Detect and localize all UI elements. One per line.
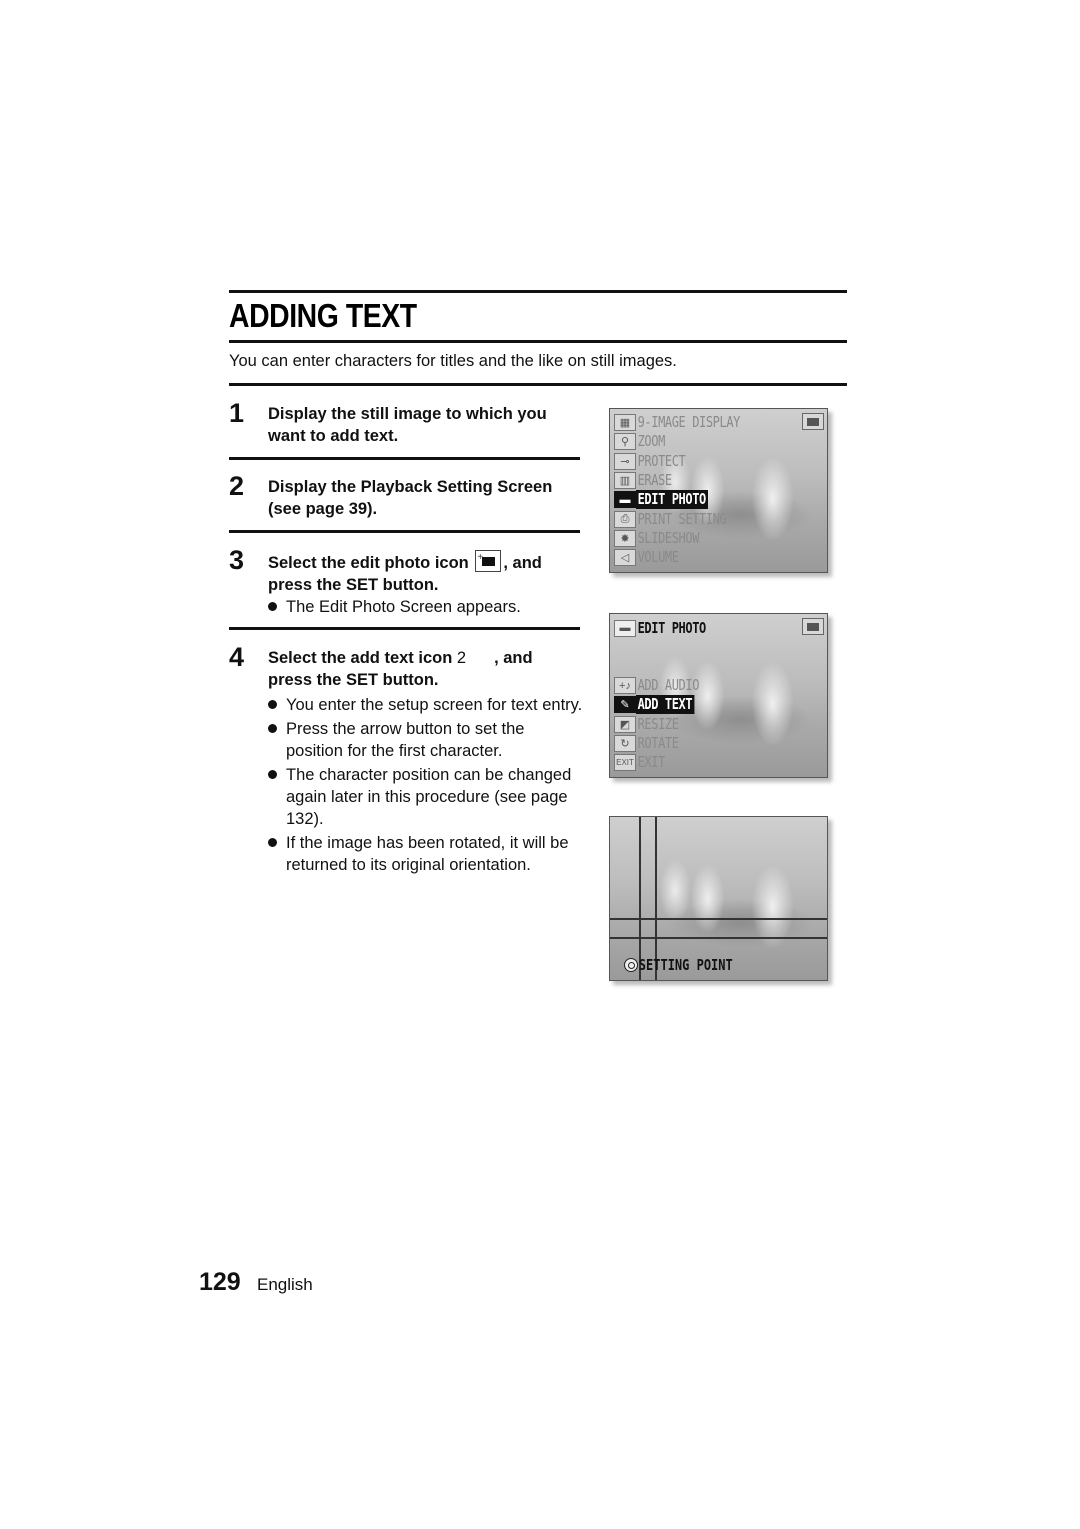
add-text-icon-placeholder: 2 (456, 649, 467, 667)
magnifier-icon: ⚲ (614, 433, 636, 451)
bullet-dot-icon (268, 602, 277, 611)
bullet-item: The Edit Photo Screen appears. (268, 596, 583, 618)
bullet-item: You enter the setup screen for text entr… (268, 694, 583, 716)
page-language: English (257, 1275, 313, 1294)
page-title: ADDING TEXT (229, 297, 417, 334)
edit-photo-icon: ▬ (614, 491, 636, 509)
menu-item-add-audio[interactable]: +♪ ADD AUDIO (614, 676, 715, 695)
setting-point-hint: SETTING POINT (624, 956, 756, 974)
exit-icon: EXIT (614, 754, 636, 772)
menu-item-label: PRINT SETTING (637, 509, 727, 528)
step-3: 3 Select the edit photo icon , and press… (229, 547, 581, 597)
menu-item-label: ERASE (637, 470, 673, 489)
step-number: 4 (229, 642, 245, 672)
guide-line-horizontal (610, 918, 827, 920)
nine-grid-icon: ▦ (614, 414, 636, 431)
step-divider (229, 530, 580, 533)
menu-item-label: PROTECT (637, 451, 686, 470)
step-divider (229, 627, 580, 630)
step-2: 2 Display the Playback Setting Screen (s… (229, 473, 581, 523)
key-icon: ⊸ (614, 452, 636, 470)
intro-rule (229, 383, 847, 386)
step-4-bullets: You enter the setup screen for text entr… (268, 694, 583, 878)
guide-line-horizontal (610, 937, 827, 939)
menu-item-erase[interactable]: ▥ ERASE (614, 471, 681, 490)
step-1: 1 Display the still image to which you w… (229, 400, 581, 450)
pencil-icon: ✎ (614, 696, 636, 714)
step-instruction: Display the Playback Setting Screen (see… (268, 478, 553, 518)
menu-item-exit[interactable]: EXIT EXIT (614, 753, 672, 772)
add-audio-icon: +♪ (614, 677, 636, 694)
memory-card-icon (802, 618, 824, 635)
menu-item-edit-photo[interactable]: ▬ EDIT PHOTO (614, 490, 726, 510)
resize-icon: ◩ (614, 715, 636, 733)
menu-item-slideshow[interactable]: ✸ SLIDESHOW (614, 529, 715, 548)
menu-item-add-text[interactable]: ✎ ADD TEXT (614, 695, 709, 715)
step-divider (229, 457, 580, 460)
menu-item-label: ADD AUDIO (637, 676, 700, 694)
setting-point-screen: SETTING POINT (609, 816, 828, 981)
step-3-bullets: The Edit Photo Screen appears. (268, 596, 583, 620)
step-4: 4 Select the add text icon 2, and press … (229, 644, 581, 694)
step-text-before: Select the add text icon (268, 649, 453, 667)
menu-item-print-setting[interactable]: ⎙ PRINT SETTING (614, 510, 749, 529)
playback-setting-screen: ▦ 9-IMAGE DISPLAY ⚲ ZOOM ⊸ PROTECT ▥ ERASE ▬ EDIT… (609, 408, 828, 573)
bullet-item: If the image has been rotated, it will b… (268, 832, 583, 876)
menu-item-label: ADD TEXT (636, 695, 695, 715)
bullet-item: The character position can be changed ag… (268, 764, 583, 830)
menu-item-label: VOLUME (637, 548, 679, 567)
bullet-dot-icon (268, 838, 277, 847)
memory-card-icon (802, 413, 824, 430)
page-number: 129 (199, 1268, 241, 1296)
bullet-item: Press the arrow button to set the positi… (268, 718, 583, 762)
step-instruction: Select the add text icon 2, and press th… (268, 647, 578, 691)
menu-item-label: ZOOM (637, 432, 666, 451)
menu-item-resize[interactable]: ◩ RESIZE (614, 715, 689, 734)
menu-item-volume[interactable]: ◁ VOLUME (614, 548, 689, 567)
edit-photo-icon: ▬ (614, 619, 636, 637)
menu-item-rotate[interactable]: ↻ ROTATE (614, 734, 689, 753)
menu-item-9-image-display[interactable]: ▦ 9-IMAGE DISPLAY (614, 413, 766, 432)
trash-icon: ▥ (614, 471, 636, 489)
top-rule (229, 290, 847, 293)
menu-item-label: 9-IMAGE DISPLAY (637, 413, 741, 431)
title-rule (229, 340, 847, 343)
step-instruction: Display the still image to which you wan… (268, 405, 547, 445)
intro-text: You can enter characters for titles and … (229, 352, 677, 370)
menu-item-label: ROTATE (637, 733, 679, 752)
bullet-dot-icon (268, 724, 277, 733)
edit-photo-screen: ▬ EDIT PHOTO +♪ ADD AUDIO ✎ ADD TEXT ◩ RESIZE… (609, 613, 828, 778)
step-number: 1 (229, 398, 245, 428)
rotate-icon: ↻ (614, 734, 636, 752)
menu-item-label: SLIDESHOW (637, 528, 700, 547)
menu-item-zoom[interactable]: ⚲ ZOOM (614, 432, 672, 451)
bullet-dot-icon (268, 770, 277, 779)
step-number: 2 (229, 471, 245, 501)
speaker-icon: ◁ (614, 549, 636, 567)
arrow-pad-icon (624, 958, 638, 972)
edit-photo-header-label: EDIT PHOTO (637, 618, 707, 637)
menu-item-label: RESIZE (637, 714, 679, 733)
step-instruction: Select the edit photo icon , and press t… (268, 547, 578, 596)
edit-photo-header: ▬ EDIT PHOTO (614, 617, 723, 639)
step-number: 3 (229, 545, 245, 575)
bullet-dot-icon (268, 700, 277, 709)
menu-item-label: EXIT (637, 753, 666, 772)
step-text-before: Select the edit photo icon (268, 554, 469, 572)
menu-item-label: EDIT PHOTO (636, 490, 709, 510)
edit-photo-icon (475, 547, 502, 572)
menu-item-protect[interactable]: ⊸ PROTECT (614, 452, 698, 471)
setting-point-label: SETTING POINT (638, 956, 733, 974)
printer-icon: ⎙ (614, 510, 636, 528)
slideshow-icon: ✸ (614, 529, 636, 547)
